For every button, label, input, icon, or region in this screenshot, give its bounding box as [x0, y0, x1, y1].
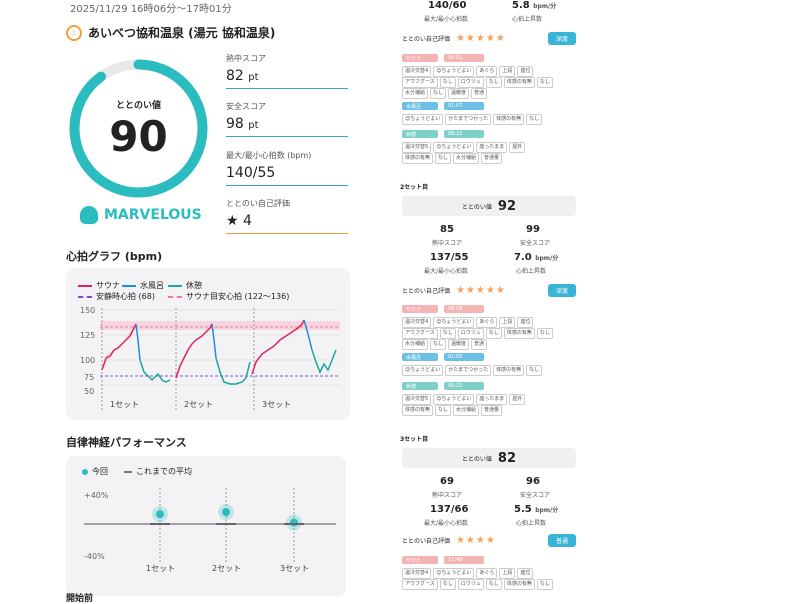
set2-water-time: 01:05	[444, 353, 484, 361]
session-datetime: 2025/11/29 16時06分〜17時01分	[70, 4, 232, 15]
y-tick: 50	[84, 387, 94, 396]
set3-safe-label: 安全スコア	[520, 492, 551, 499]
set3-sauna-pill: サウナ	[402, 556, 438, 564]
x-label: 2セット	[184, 400, 213, 409]
gauge-value: 90	[109, 112, 168, 161]
set3-rate: 5.5 bpm/分	[514, 504, 559, 515]
set3-hr: 137/66	[430, 504, 469, 515]
stat-label: 安全スコア	[226, 102, 266, 111]
set2-score-bar: ととのい値 92	[402, 196, 576, 216]
set3-rate-label: 心拍上昇数	[516, 520, 547, 527]
next-section-title: 開始前	[66, 594, 94, 604]
heart-rate-chart: 150 125 100 75 50 1セット 2セット 3セット	[80, 306, 340, 412]
set1-sauna-pill: サウナ	[402, 54, 438, 62]
set2-sauna-tags: 温冷交替4 😊ちょうどよい あぐら 上段 座位 アウフグース なし ロウリュ なし 体感の有無な…	[402, 317, 582, 350]
facility-header: ♨ あいべつ協和温泉 (湯元 協和温泉)	[66, 24, 275, 41]
stat-heart-rate: 最大/最小心拍数 (bpm) 140/55	[226, 150, 348, 186]
legend-average: これまでの平均	[124, 466, 192, 477]
set2-rest-time: 06:21	[444, 382, 484, 390]
x-label: 1セット	[110, 400, 139, 409]
rank-label: MARVELOUS	[104, 207, 202, 223]
set2-rate-label: 心拍上昇数	[516, 268, 547, 275]
autonomic-point	[156, 510, 164, 519]
set1-water-tags: 😊ちょうどよい かたまでつかった 体感の有無 なし	[402, 114, 582, 125]
stat-value: 140/55	[226, 165, 276, 181]
set2-title: 2セット目	[400, 184, 429, 191]
set2-safe: 99	[526, 224, 540, 235]
set2-sauna-pill: サウナ	[402, 305, 438, 313]
stat-value: 98 pt	[226, 116, 259, 132]
legend-current: 今回	[82, 466, 108, 477]
set3-eval-row: ととのい自己評価 ★★★★ 普通	[402, 534, 576, 547]
stat-label: 最大/最小心拍数 (bpm)	[226, 151, 312, 160]
autonomic-chart: +40% -40% 1セット 2セット 3セット	[84, 488, 336, 573]
svg-text:2セット: 2セット	[212, 564, 241, 573]
set2-rest-pill: 休憩	[402, 382, 438, 390]
set3-sauna-tags: 温冷交替4 😊ちょうどよい あぐら 上段 座位 アウフグース なし ロウリュ なし 体感の有無な…	[402, 568, 582, 590]
rank-icon	[80, 206, 98, 224]
set2-rate: 7.0 bpm/分	[514, 252, 559, 263]
legend-water: 水風呂	[122, 280, 164, 291]
y-tick: 150	[80, 306, 95, 315]
stat-heat: 熱中スコア 82 pt	[226, 53, 348, 89]
y-tick: 75	[84, 373, 94, 382]
set1-sauna-tags: 温冷交替4 😊ちょうどよい あぐら 上段 座位 アウフグース なし ロウリュ なし 体感の有無な…	[402, 66, 582, 99]
top-hr-label: 最大/最小心拍数	[424, 16, 469, 23]
set2-safe-label: 安全スコア	[520, 240, 551, 247]
top-rate-label: 心拍上昇数	[512, 16, 543, 23]
stat-label: 熱中スコア	[226, 54, 266, 63]
set3-safe: 96	[526, 476, 540, 487]
x-label: 3セット	[262, 400, 291, 409]
set2-sauna-time: 08:09	[444, 305, 484, 313]
set1-sauna-time: 06:01	[444, 54, 484, 62]
facility-name: あいべつ協和温泉 (湯元 協和温泉)	[88, 26, 276, 40]
set2-water-pill: 水風呂	[402, 353, 438, 361]
top-rate: 5.8 bpm/分	[512, 0, 557, 11]
y-tick: 125	[80, 331, 95, 340]
set2-heat-label: 熱中スコア	[432, 240, 463, 247]
set3-hr-label: 最大/最小心拍数	[424, 520, 469, 527]
svg-text:1セット: 1セット	[146, 564, 175, 573]
set3-score-bar: ととのい値 82	[402, 448, 576, 468]
stat-self-eval: ととのい自己評価 ★ 4	[226, 198, 348, 234]
svg-text:3セット: 3セット	[280, 564, 309, 573]
set2-eval-row: ととのい自己評価 ★★★★★ 深度	[402, 284, 576, 297]
set1-water-pill: 水風呂	[402, 102, 438, 110]
gauge-label: ととのい値	[116, 101, 161, 111]
heart-graph-title: 心拍グラフ (bpm)	[66, 250, 163, 263]
set2-hr-label: 最大/最小心拍数	[424, 268, 469, 275]
set3-heat-label: 熱中スコア	[432, 492, 463, 499]
y-tick: 100	[80, 356, 95, 365]
autonomic-title: 自律神経パフォーマンス	[66, 436, 187, 449]
set3-sauna-time: 11:49	[444, 556, 484, 564]
set2-heat: 85	[440, 224, 454, 235]
set1-eval-row: ととのい自己評価 ★★★★★ 深度	[402, 32, 576, 45]
set1-badge: 深度	[547, 32, 576, 45]
stat-label: ととのい自己評価	[226, 199, 290, 208]
legend-rest: 休憩	[168, 280, 202, 291]
hot-spring-icon: ♨	[66, 24, 82, 41]
legend-sauna: サウナ	[78, 280, 120, 291]
set3-heat: 69	[440, 476, 454, 487]
set1-rest-tags: 温冷交替5 😊ちょうどよい 座ったまま 屋外 体感の有無 なし 水分補給 普通量	[402, 142, 582, 164]
svg-text:+40%: +40%	[84, 491, 109, 500]
set1-stars: ★★★★★	[455, 33, 506, 44]
autonomic-point	[290, 518, 298, 527]
set1-rest-time: 08:22	[444, 130, 484, 138]
set1-rest-pill: 休憩	[402, 130, 438, 138]
rank-badge: MARVELOUS	[80, 206, 202, 224]
stat-value: ★ 4	[226, 213, 252, 229]
set2-hr: 137/55	[430, 252, 469, 263]
set3-title: 3セット目	[400, 436, 429, 443]
stat-value: 82 pt	[226, 68, 259, 84]
autonomic-point	[222, 508, 230, 516]
set2-rest-tags: 温冷交替5 😊ちょうどよい 座ったまま 屋外 体感の有無 なし 水分補給 普通量	[402, 394, 582, 416]
top-hr-value: 140/60	[428, 0, 467, 11]
svg-text:-40%: -40%	[84, 552, 105, 561]
set2-water-tags: 😊ちょうどよい かたまでつかった 体感の有無 なし	[402, 365, 582, 376]
set1-water-time: 01:07	[444, 102, 484, 110]
stat-safety: 安全スコア 98 pt	[226, 101, 348, 137]
